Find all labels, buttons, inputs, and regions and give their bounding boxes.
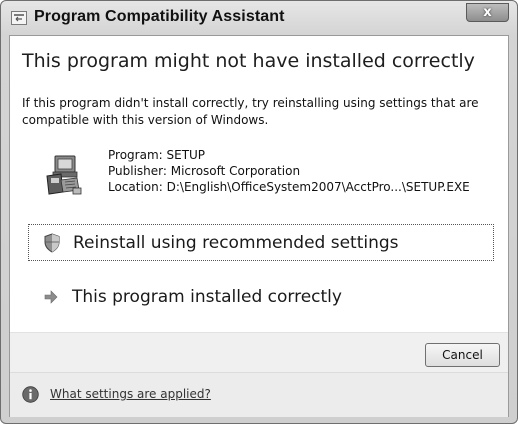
title-bar[interactable]: Program Compatibility Assistant x [1, 1, 517, 35]
info-icon [22, 386, 39, 403]
button-area: Cancel [10, 333, 508, 373]
program-info: Program: SETUP Publisher: Microsoft Corp… [108, 147, 470, 195]
description-text: If this program didn't install correctly… [22, 96, 479, 127]
close-button[interactable]: x [466, 3, 509, 22]
arrow-right-icon [40, 286, 62, 308]
program-name: Program: SETUP [108, 148, 206, 162]
installed-correctly-option[interactable]: This program installed correctly [28, 278, 494, 315]
dialog-window: Program Compatibility Assistant x This p… [0, 0, 518, 424]
reinstall-option-label: Reinstall using recommended settings [73, 232, 399, 253]
dialog-content: This program might not have installed co… [9, 35, 509, 417]
program-location: Location: D:\English\OfficeSystem2007\Ac… [108, 180, 470, 194]
setup-program-icon [43, 154, 83, 196]
program-publisher: Publisher: Microsoft Corporation [108, 164, 301, 178]
shield-icon [41, 232, 63, 254]
reinstall-recommended-option[interactable]: Reinstall using recommended settings [28, 224, 494, 261]
main-instruction: This program might not have installed co… [22, 50, 475, 72]
window-icon [11, 11, 27, 25]
footer: What settings are applied? [10, 373, 508, 417]
window-title: Program Compatibility Assistant [34, 8, 285, 25]
settings-applied-link[interactable]: What settings are applied? [50, 387, 211, 401]
installed-correctly-label: This program installed correctly [72, 286, 342, 307]
close-icon: x [483, 5, 492, 20]
cancel-button[interactable]: Cancel [425, 343, 500, 367]
